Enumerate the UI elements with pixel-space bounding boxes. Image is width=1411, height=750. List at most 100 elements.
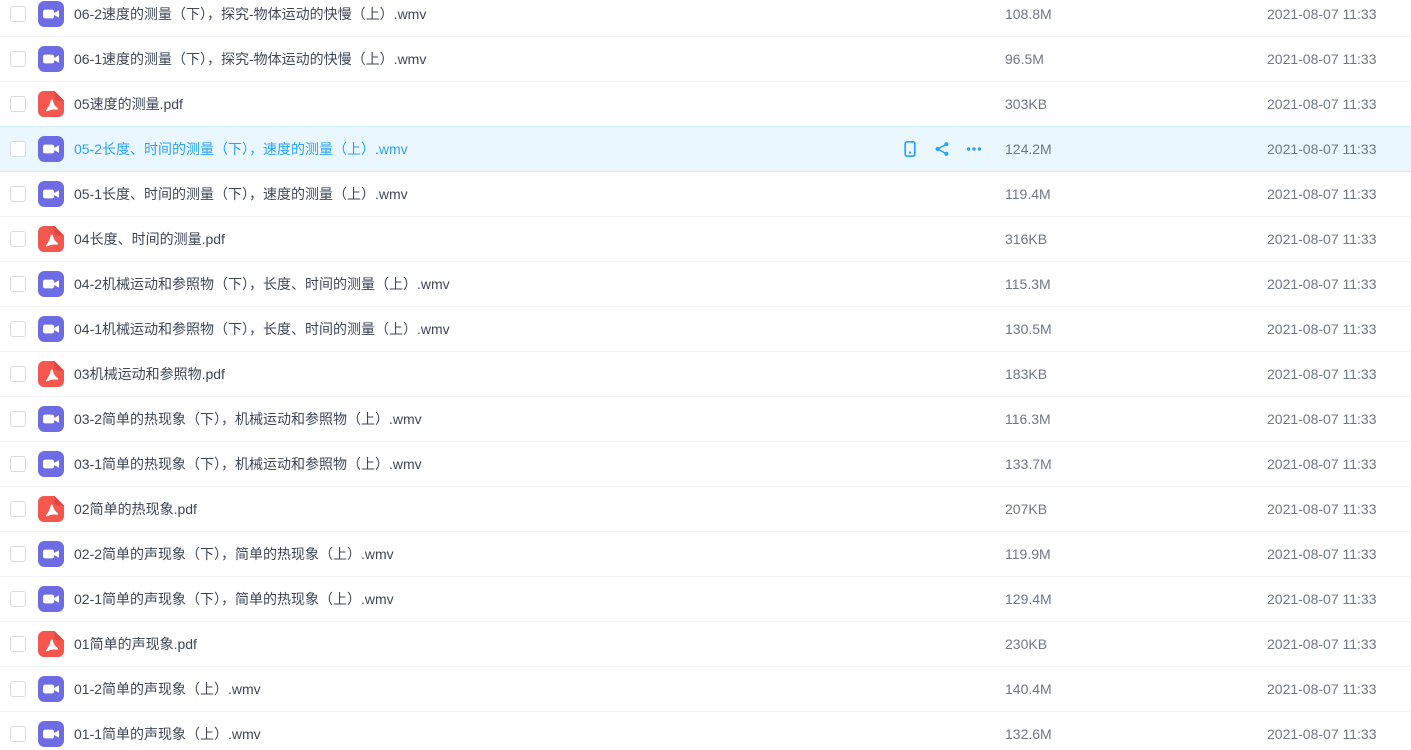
send-to-device-button[interactable] bbox=[901, 140, 919, 158]
table-row[interactable]: 05-2长度、时间的测量（下），速度的测量（上）.wmv bbox=[0, 126, 1411, 172]
file-name-link[interactable]: 04-1机械运动和参照物（下），长度、时间的测量（上）.wmv bbox=[74, 319, 1005, 339]
file-type-icon bbox=[38, 271, 64, 297]
file-name-link[interactable]: 05-2长度、时间的测量（下），速度的测量（上）.wmv bbox=[74, 139, 901, 159]
file-size: 124.2M bbox=[1005, 141, 1267, 157]
video-file-icon bbox=[38, 541, 64, 567]
table-row[interactable]: 03-1简单的热现象（下），机械运动和参照物（上）.wmv bbox=[0, 442, 1411, 487]
file-name-link[interactable]: 02-1简单的声现象（下），简单的热现象（上）.wmv bbox=[74, 589, 1005, 609]
file-date: 2021-08-07 11:33 bbox=[1267, 636, 1411, 652]
more-icon bbox=[965, 140, 983, 158]
table-row[interactable]: 06-1速度的测量（下），探究-物体运动的快慢（上）.wmv bbox=[0, 37, 1411, 82]
table-row[interactable]: 05速度的测量.pdf bbox=[0, 82, 1411, 127]
table-row[interactable]: 04-1机械运动和参照物（下），长度、时间的测量（上）.wmv bbox=[0, 307, 1411, 352]
video-file-icon bbox=[38, 721, 64, 747]
video-file-icon bbox=[38, 1, 64, 27]
file-date: 2021-08-07 11:33 bbox=[1267, 276, 1411, 292]
video-file-icon bbox=[38, 136, 64, 162]
file-type-icon bbox=[38, 586, 64, 612]
video-file-icon bbox=[38, 46, 64, 72]
row-checkbox[interactable] bbox=[10, 96, 26, 112]
file-name-link[interactable]: 04长度、时间的测量.pdf bbox=[74, 229, 1005, 249]
pdf-file-icon bbox=[38, 631, 64, 657]
table-row[interactable]: 03-2简单的热现象（下），机械运动和参照物（上）.wmv bbox=[0, 397, 1411, 442]
more-button[interactable] bbox=[965, 140, 983, 158]
file-date: 2021-08-07 11:33 bbox=[1267, 141, 1411, 157]
file-date: 2021-08-07 11:33 bbox=[1267, 321, 1411, 337]
row-checkbox[interactable] bbox=[10, 411, 26, 427]
file-size: 108.8M bbox=[1005, 6, 1267, 22]
file-name-link[interactable]: 06-2速度的测量（下），探究-物体运动的快慢（上）.wmv bbox=[74, 4, 1005, 24]
file-date: 2021-08-07 11:33 bbox=[1267, 726, 1411, 742]
row-checkbox[interactable] bbox=[10, 51, 26, 67]
file-name-link[interactable]: 05速度的测量.pdf bbox=[74, 94, 1005, 114]
video-file-icon bbox=[38, 271, 64, 297]
table-row[interactable]: 06-2速度的测量（下），探究-物体运动的快慢（上）.wmv bbox=[0, 0, 1411, 37]
table-row[interactable]: 02-2简单的声现象（下），简单的热现象（上）.wmv bbox=[0, 532, 1411, 577]
row-checkbox[interactable] bbox=[10, 726, 26, 742]
file-name-link[interactable]: 06-1速度的测量（下），探究-物体运动的快慢（上）.wmv bbox=[74, 49, 1005, 69]
row-checkbox[interactable] bbox=[10, 681, 26, 697]
row-checkbox[interactable] bbox=[10, 366, 26, 382]
file-date: 2021-08-07 11:33 bbox=[1267, 6, 1411, 22]
row-checkbox[interactable] bbox=[10, 591, 26, 607]
table-row[interactable]: 03机械运动和参照物.pdf bbox=[0, 352, 1411, 397]
file-name-link[interactable]: 01-2简单的声现象（上）.wmv bbox=[74, 679, 1005, 699]
file-size: 183KB bbox=[1005, 366, 1267, 382]
file-list: 06-2速度的测量（下），探究-物体运动的快慢（上）.wmv bbox=[0, 0, 1411, 750]
file-date: 2021-08-07 11:33 bbox=[1267, 231, 1411, 247]
file-size: 119.4M bbox=[1005, 186, 1267, 202]
table-row[interactable]: 01-2简单的声现象（上）.wmv bbox=[0, 667, 1411, 712]
file-size: 130.5M bbox=[1005, 321, 1267, 337]
table-row[interactable]: 02-1简单的声现象（下），简单的热现象（上）.wmv bbox=[0, 577, 1411, 622]
file-date: 2021-08-07 11:33 bbox=[1267, 366, 1411, 382]
row-checkbox[interactable] bbox=[10, 321, 26, 337]
row-checkbox[interactable] bbox=[10, 456, 26, 472]
file-name-link[interactable]: 02简单的热现象.pdf bbox=[74, 499, 1005, 519]
video-file-icon bbox=[38, 406, 64, 432]
file-date: 2021-08-07 11:33 bbox=[1267, 591, 1411, 607]
row-checkbox[interactable] bbox=[10, 636, 26, 652]
table-row[interactable]: 01简单的声现象.pdf bbox=[0, 622, 1411, 667]
row-checkbox[interactable] bbox=[10, 6, 26, 22]
table-row[interactable]: 02简单的热现象.pdf bbox=[0, 487, 1411, 532]
share-icon bbox=[933, 140, 951, 158]
file-name-link[interactable]: 04-2机械运动和参照物（下），长度、时间的测量（上）.wmv bbox=[74, 274, 1005, 294]
file-name-link[interactable]: 01简单的声现象.pdf bbox=[74, 634, 1005, 654]
row-checkbox[interactable] bbox=[10, 276, 26, 292]
file-type-icon bbox=[38, 91, 64, 117]
video-file-icon bbox=[38, 586, 64, 612]
file-type-icon bbox=[38, 316, 64, 342]
video-file-icon bbox=[38, 316, 64, 342]
table-row[interactable]: 04-2机械运动和参照物（下），长度、时间的测量（上）.wmv bbox=[0, 262, 1411, 307]
video-file-icon bbox=[38, 181, 64, 207]
row-checkbox[interactable] bbox=[10, 501, 26, 517]
file-name-link[interactable]: 01-1简单的声现象（上）.wmv bbox=[74, 724, 1005, 744]
file-name-link[interactable]: 02-2简单的声现象（下），简单的热现象（上）.wmv bbox=[74, 544, 1005, 564]
file-size: 316KB bbox=[1005, 231, 1267, 247]
row-checkbox[interactable] bbox=[10, 141, 26, 157]
file-name-link[interactable]: 03-1简单的热现象（下），机械运动和参照物（上）.wmv bbox=[74, 454, 1005, 474]
row-checkbox[interactable] bbox=[10, 231, 26, 247]
file-name-link[interactable]: 03-2简单的热现象（下），机械运动和参照物（上）.wmv bbox=[74, 409, 1005, 429]
file-name-link[interactable]: 03机械运动和参照物.pdf bbox=[74, 364, 1005, 384]
file-type-icon bbox=[38, 631, 64, 657]
share-button[interactable] bbox=[933, 140, 951, 158]
table-row[interactable]: 05-1长度、时间的测量（下），速度的测量（上）.wmv bbox=[0, 172, 1411, 217]
file-size: 132.6M bbox=[1005, 726, 1267, 742]
file-type-icon bbox=[38, 406, 64, 432]
row-checkbox[interactable] bbox=[10, 546, 26, 562]
file-size: 133.7M bbox=[1005, 456, 1267, 472]
table-row[interactable]: 01-1简单的声现象（上）.wmv bbox=[0, 712, 1411, 750]
row-checkbox[interactable] bbox=[10, 186, 26, 202]
file-name-link[interactable]: 05-1长度、时间的测量（下），速度的测量（上）.wmv bbox=[74, 184, 1005, 204]
file-size: 303KB bbox=[1005, 96, 1267, 112]
file-size: 96.5M bbox=[1005, 51, 1267, 67]
table-row[interactable]: 04长度、时间的测量.pdf bbox=[0, 217, 1411, 262]
file-date: 2021-08-07 11:33 bbox=[1267, 681, 1411, 697]
file-size: 230KB bbox=[1005, 636, 1267, 652]
file-type-icon bbox=[38, 1, 64, 27]
file-type-icon bbox=[38, 136, 64, 162]
video-file-icon bbox=[38, 676, 64, 702]
file-type-icon bbox=[38, 226, 64, 252]
file-type-icon bbox=[38, 496, 64, 522]
